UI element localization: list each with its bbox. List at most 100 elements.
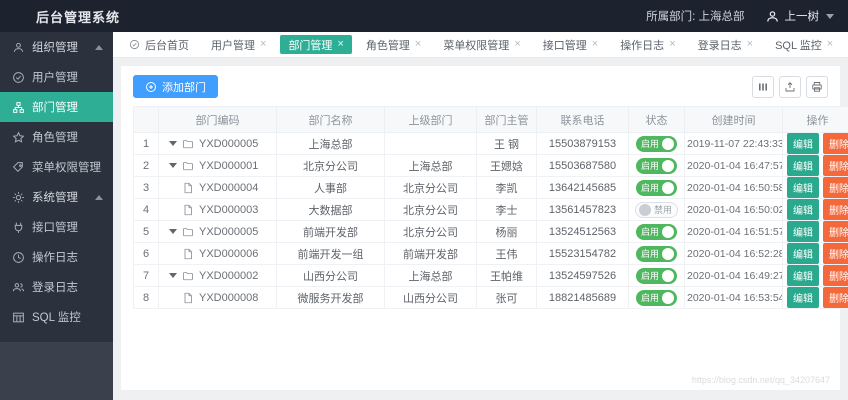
column-header: 部门编码	[158, 106, 277, 133]
dept-code: YXD000008	[199, 291, 259, 304]
status-label: 启用	[640, 139, 659, 149]
edit-button[interactable]: 编辑	[787, 243, 819, 264]
print-button[interactable]	[806, 75, 828, 98]
dept-code: YXD000003	[199, 203, 259, 216]
sidebar-group-组织管理[interactable]: 组织管理	[0, 32, 113, 62]
delete-button[interactable]: 删除	[823, 133, 848, 154]
status-label: 启用	[640, 271, 659, 281]
sidebar-item-label: 菜单权限管理	[32, 162, 101, 174]
chevron-up-icon	[95, 44, 103, 50]
delete-button[interactable]: 删除	[823, 199, 848, 220]
dept-name: 前端开发一组	[276, 242, 385, 265]
status-cell: 启用	[628, 132, 685, 155]
close-icon[interactable]: ×	[827, 39, 833, 50]
sidebar-group-系统管理[interactable]: 系统管理	[0, 182, 113, 212]
tab-label: 登录日志	[697, 39, 742, 52]
export-icon	[784, 81, 796, 93]
contact-phone: 18821485689	[536, 286, 629, 309]
sidebar-item-用户管理[interactable]: 用户管理	[0, 62, 113, 92]
edit-button[interactable]: 编辑	[787, 133, 819, 154]
org-icon	[12, 41, 25, 54]
dept-manager: 王帕维	[476, 264, 537, 287]
tab-接口管理[interactable]: 接口管理 ×	[535, 35, 606, 54]
tab-SQL 监控[interactable]: SQL 监控 ×	[767, 35, 841, 54]
sidebar-item-菜单权限管理[interactable]: 菜单权限管理	[0, 152, 113, 182]
delete-button[interactable]: 删除	[823, 221, 848, 242]
dept-manager: 王 钢	[476, 132, 537, 155]
username: 上一树	[784, 11, 820, 23]
sidebar-group-label: 组织管理	[32, 42, 78, 54]
dept-name: 微服务开发部	[276, 286, 385, 309]
delete-button[interactable]: 删除	[823, 155, 848, 176]
tab-用户管理[interactable]: 用户管理 ×	[203, 35, 274, 54]
close-icon[interactable]: ×	[260, 39, 266, 50]
tab-bar: 后台首页 用户管理 × 部门管理 × 角色管理 × 菜单权限管理 × 接口管理 × 操作日志 × 登录日志…	[113, 32, 848, 58]
edit-button[interactable]: 编辑	[787, 199, 819, 220]
status-toggle[interactable]: 启用	[635, 179, 677, 196]
delete-button[interactable]: 删除	[823, 287, 848, 308]
user-icon	[765, 9, 780, 24]
close-icon[interactable]: ×	[514, 39, 520, 50]
close-icon[interactable]: ×	[337, 39, 343, 50]
table-body: 1 YXD000005 上海总部王 钢 15503879153 启用 2019-11-07…	[133, 132, 848, 309]
delete-button[interactable]: 删除	[823, 177, 848, 198]
close-icon[interactable]: ×	[747, 39, 753, 50]
row-actions: 编辑 删除	[782, 220, 848, 243]
created-time: 2020-01-04 16:51:57	[684, 220, 783, 243]
column-header: 部门主管	[476, 106, 537, 133]
status-toggle[interactable]: 启用	[635, 267, 677, 284]
columns-icon	[757, 81, 769, 93]
columns-button[interactable]	[752, 75, 774, 98]
sidebar-item-登录日志[interactable]: 登录日志	[0, 272, 113, 302]
status-toggle[interactable]: 启用	[635, 157, 677, 174]
tab-操作日志[interactable]: 操作日志 ×	[612, 35, 683, 54]
add-department-button[interactable]: 添加部门	[133, 75, 218, 98]
dept-code: YXD000004	[199, 181, 259, 194]
sidebar-item-label: SQL 监控	[32, 312, 81, 324]
tab-菜单权限管理[interactable]: 菜单权限管理 ×	[435, 35, 528, 54]
export-button[interactable]	[779, 75, 801, 98]
dept-manage-icon	[12, 101, 25, 114]
tab-登录日志[interactable]: 登录日志 ×	[690, 35, 761, 54]
created-time: 2020-01-04 16:47:57	[684, 154, 783, 177]
sidebar-item-label: 角色管理	[32, 132, 78, 144]
status-toggle[interactable]: 启用	[635, 289, 677, 306]
expand-caret-icon[interactable]	[169, 163, 177, 168]
close-icon[interactable]: ×	[415, 39, 421, 50]
sidebar-menu: 组织管理用户管理 部门管理角色管理菜单权限管理系统管理 接口管理 操作日志 登录日志 SQ…	[0, 32, 113, 342]
sidebar-item-SQL 监控[interactable]: SQL 监控	[0, 302, 113, 332]
folder-icon	[182, 226, 194, 238]
edit-button[interactable]: 编辑	[787, 177, 819, 198]
close-icon[interactable]: ×	[592, 39, 598, 50]
user-menu[interactable]: 上一树	[765, 8, 834, 24]
sidebar-item-接口管理[interactable]: 接口管理	[0, 212, 113, 242]
tab-label: 后台首页	[145, 39, 189, 52]
tab-部门管理[interactable]: 部门管理 ×	[280, 35, 352, 54]
status-toggle[interactable]: 启用	[635, 245, 677, 262]
sidebar-item-操作日志[interactable]: 操作日志	[0, 242, 113, 272]
main-area: 后台首页 用户管理 × 部门管理 × 角色管理 × 菜单权限管理 × 接口管理 × 操作日志 × 登录日志…	[113, 32, 848, 400]
status-toggle[interactable]: 禁用	[634, 201, 678, 218]
tab-后台首页[interactable]: 后台首页	[121, 35, 197, 54]
content-card: 添加部门 部门编码 部门名称 上级部门 部门主管 联系电话 状态 创建时间 操作 1 YXD00…	[121, 66, 848, 390]
sidebar-item-角色管理[interactable]: 角色管理	[0, 122, 113, 152]
edit-button[interactable]: 编辑	[787, 265, 819, 286]
expand-caret-icon[interactable]	[169, 273, 177, 278]
table-row: 1 YXD000005 上海总部 王 钢 15503879153 启用 2019-11-07…	[133, 132, 848, 155]
edit-button[interactable]: 编辑	[787, 221, 819, 242]
status-toggle[interactable]: 启用	[635, 135, 677, 152]
status-toggle[interactable]: 启用	[635, 223, 677, 240]
row-index: 7	[133, 264, 159, 287]
expand-caret-icon[interactable]	[169, 141, 177, 146]
dept-code: YXD000005	[199, 225, 259, 238]
dept-name: 上海总部	[276, 132, 385, 155]
edit-button[interactable]: 编辑	[787, 155, 819, 176]
expand-caret-icon[interactable]	[169, 229, 177, 234]
edit-button[interactable]: 编辑	[787, 287, 819, 308]
table-action-icons	[752, 75, 828, 98]
sidebar-item-部门管理[interactable]: 部门管理	[0, 92, 113, 122]
delete-button[interactable]: 删除	[823, 265, 848, 286]
delete-button[interactable]: 删除	[823, 243, 848, 264]
tab-角色管理[interactable]: 角色管理 ×	[358, 35, 429, 54]
close-icon[interactable]: ×	[669, 39, 675, 50]
